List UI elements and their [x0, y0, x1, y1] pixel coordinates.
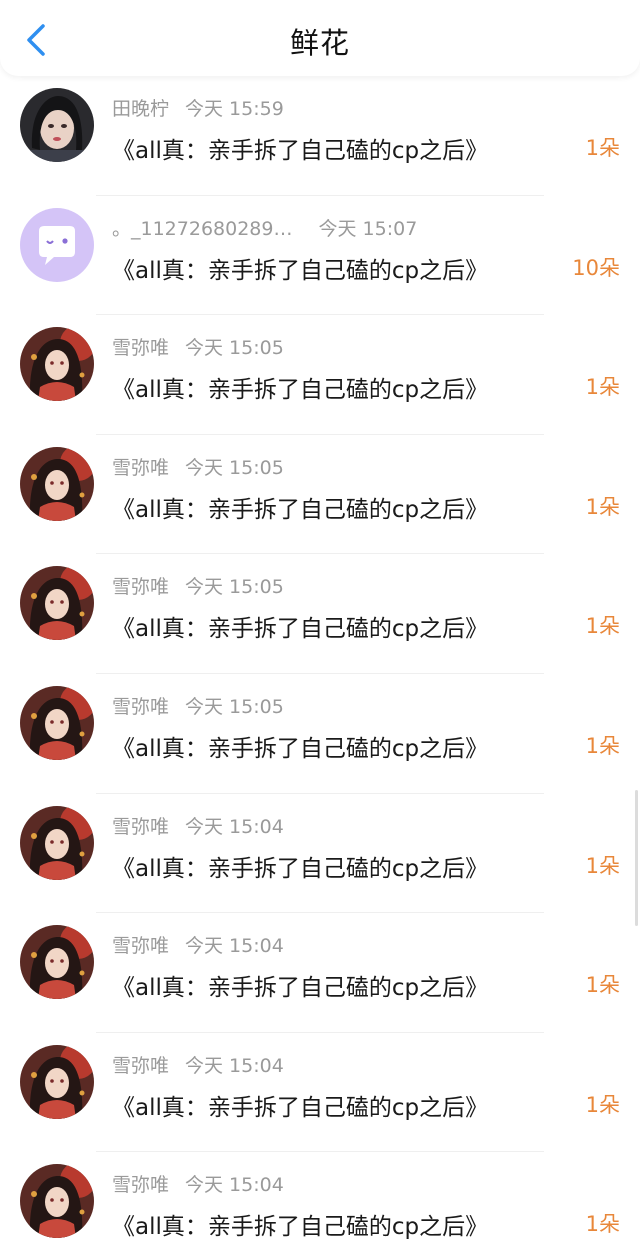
flower-count: 1朵	[585, 614, 620, 639]
work-title[interactable]: 《all真：亲手拆了自己磕的cp之后》	[112, 490, 488, 524]
list-item[interactable]: 雪弥唯 今天 15:04 《all真：亲手拆了自己磕的cp之后》 1朵	[0, 794, 640, 914]
send-time: 今天 15:05	[185, 695, 284, 718]
flower-count: 1朵	[585, 494, 620, 519]
record-meta: 雪弥唯 今天 15:05	[112, 333, 284, 360]
flower-count: 10朵	[572, 255, 620, 280]
send-time: 今天 15:07	[318, 217, 418, 240]
avatar[interactable]	[20, 207, 94, 282]
avatar[interactable]	[20, 327, 94, 402]
flower-record-list: 田晚柠 今天 15:59 《all真：亲手拆了自己磕的cp之后》 1朵 。_112…	[0, 76, 640, 1260]
send-time: 今天 15:59	[185, 98, 284, 120]
sender-name[interactable]: 雪弥唯	[112, 935, 169, 957]
list-item[interactable]: 雪弥唯 今天 15:05 《all真：亲手拆了自己磕的cp之后》 1朵	[0, 674, 640, 794]
default-chat-avatar-icon	[20, 207, 94, 282]
avatar[interactable]	[20, 566, 94, 641]
work-title[interactable]: 《all真：亲手拆了自己磕的cp之后》	[112, 251, 488, 285]
work-title[interactable]: 《all真：亲手拆了自己磕的cp之后》	[112, 1207, 488, 1241]
list-item[interactable]: 雪弥唯 今天 15:05 《all真：亲手拆了自己磕的cp之后》 1朵	[0, 315, 640, 435]
anime-avatar-icon	[20, 446, 94, 521]
send-time: 今天 15:05	[185, 456, 284, 479]
sender-name[interactable]: 雪弥唯	[112, 457, 169, 479]
flower-count: 1朵	[585, 853, 620, 878]
work-title[interactable]: 《all真：亲手拆了自己磕的cp之后》	[112, 609, 488, 643]
list-item[interactable]: 雪弥唯 今天 15:05 《all真：亲手拆了自己磕的cp之后》 1朵	[0, 554, 640, 674]
avatar[interactable]	[20, 1164, 94, 1239]
work-title[interactable]: 《all真：亲手拆了自己磕的cp之后》	[112, 1088, 488, 1122]
sender-name[interactable]: 雪弥唯	[112, 816, 169, 838]
avatar[interactable]	[20, 1044, 94, 1119]
flower-count: 1朵	[585, 1092, 620, 1117]
work-title[interactable]: 《all真：亲手拆了自己磕的cp之后》	[112, 370, 488, 404]
sender-name[interactable]: 雪弥唯	[112, 1055, 169, 1077]
list-item[interactable]: 雪弥唯 今天 15:04 《all真：亲手拆了自己磕的cp之后》 1朵	[0, 1152, 640, 1260]
sender-name[interactable]: 雪弥唯	[112, 576, 169, 598]
list-item[interactable]: 田晚柠 今天 15:59 《all真：亲手拆了自己磕的cp之后》 1朵	[0, 76, 640, 196]
record-meta: 雪弥唯 今天 15:05	[112, 692, 284, 719]
flower-count: 1朵	[585, 733, 620, 758]
anime-avatar-icon	[20, 925, 94, 1000]
send-time: 今天 15:04	[185, 935, 284, 958]
list-item[interactable]: 。_11272680289… 今天 15:07 《all真：亲手拆了自己磕的cp之…	[0, 196, 640, 316]
avatar[interactable]	[20, 446, 94, 521]
send-time: 今天 15:05	[185, 337, 284, 360]
page-title: 鲜花	[289, 26, 350, 60]
record-meta: 雪弥唯 今天 15:04	[112, 1170, 284, 1197]
avatar[interactable]	[20, 925, 94, 1000]
send-time: 今天 15:04	[185, 815, 284, 838]
avatar[interactable]	[20, 685, 94, 760]
flower-count: 1朵	[585, 1212, 620, 1237]
top-nav-bar: 鲜花	[0, 0, 640, 76]
record-meta: 雪弥唯 今天 15:05	[112, 572, 284, 599]
list-item[interactable]: 雪弥唯 今天 15:05 《all真：亲手拆了自己磕的cp之后》 1朵	[0, 435, 640, 555]
record-meta: 。_11272680289… 今天 15:07	[112, 214, 417, 241]
send-time: 今天 15:05	[185, 576, 284, 599]
record-meta: 雪弥唯 今天 15:04	[112, 812, 284, 839]
scrollbar[interactable]	[635, 790, 638, 926]
record-meta: 田晚柠 今天 15:59	[112, 94, 284, 121]
send-time: 今天 15:04	[185, 1174, 284, 1197]
photo-avatar-icon	[20, 88, 94, 162]
anime-avatar-icon	[20, 327, 94, 402]
work-title[interactable]: 《all真：亲手拆了自己磕的cp之后》	[112, 131, 488, 165]
anime-avatar-icon	[20, 1044, 94, 1119]
sender-name[interactable]: 雪弥唯	[112, 696, 169, 718]
flower-count: 1朵	[585, 136, 620, 160]
avatar[interactable]	[20, 805, 94, 880]
sender-name[interactable]: 雪弥唯	[112, 337, 169, 359]
avatar[interactable]	[20, 88, 94, 162]
list-item[interactable]: 雪弥唯 今天 15:04 《all真：亲手拆了自己磕的cp之后》 1朵	[0, 1033, 640, 1153]
work-title[interactable]: 《all真：亲手拆了自己磕的cp之后》	[112, 849, 488, 883]
sender-name[interactable]: 。_11272680289…	[112, 218, 292, 240]
flower-count: 1朵	[585, 375, 620, 400]
work-title[interactable]: 《all真：亲手拆了自己磕的cp之后》	[112, 968, 488, 1002]
list-item[interactable]: 雪弥唯 今天 15:04 《all真：亲手拆了自己磕的cp之后》 1朵	[0, 913, 640, 1033]
sender-name[interactable]: 田晚柠	[112, 98, 169, 120]
record-meta: 雪弥唯 今天 15:04	[112, 1051, 284, 1078]
flower-count: 1朵	[585, 973, 620, 998]
send-time: 今天 15:04	[185, 1054, 284, 1077]
anime-avatar-icon	[20, 685, 94, 760]
work-title[interactable]: 《all真：亲手拆了自己磕的cp之后》	[112, 729, 488, 763]
record-meta: 雪弥唯 今天 15:04	[112, 931, 284, 958]
anime-avatar-icon	[20, 805, 94, 880]
sender-name[interactable]: 雪弥唯	[112, 1174, 169, 1196]
flower-gift-page: 鲜花 田晚柠 今天 15:59 《all真：亲手拆了自己磕的cp之后》 1朵 。…	[0, 0, 640, 1260]
record-meta: 雪弥唯 今天 15:05	[112, 453, 284, 480]
anime-avatar-icon	[20, 566, 94, 641]
anime-avatar-icon	[20, 1164, 94, 1239]
